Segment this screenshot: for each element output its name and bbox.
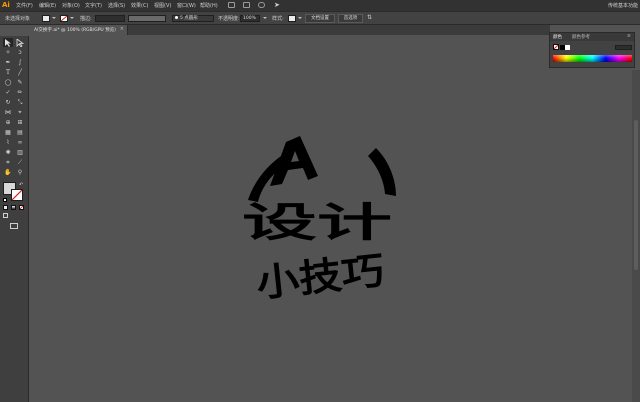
artboard-tool-icon[interactable]: ⌗ [3,158,13,167]
letter-a-graphic [248,136,396,202]
color-panel: 颜色 颜色参考 ≡ [549,32,635,68]
document-tab[interactable]: AI交换字.ai* @ 100% (RGB/GPU 预览) × [30,25,128,35]
brush-dot-icon [175,16,178,19]
color-mode-icon[interactable] [3,205,8,210]
none-mode-icon[interactable] [19,205,24,210]
gpu-performance-icon[interactable]: ➤ [274,1,280,9]
document-tab-label: AI交换字.ai* @ 100% (RGB/GPU 预览) [34,28,116,33]
opacity-label: 不透明度: [218,16,240,22]
artwork-line2: 小技巧 [254,248,386,304]
type-tool-icon[interactable]: T [3,68,13,77]
menu-effect[interactable]: 效果(C) [131,2,148,9]
none-slash-icon [12,190,22,200]
opacity-dropdown-icon[interactable] [263,17,267,19]
selection-tool-icon[interactable] [3,38,13,47]
shaper-tool-icon[interactable]: ✓ [3,88,13,97]
preferences-button[interactable]: 首选项 [338,14,363,23]
opacity-field[interactable]: 100% [240,15,260,22]
tab-color-guide[interactable]: 颜色参考 [572,34,590,40]
style-dropdown-icon[interactable] [298,17,302,19]
menu-select[interactable]: 选择(S) [108,2,125,9]
paintbrush-tool-icon[interactable]: ✎ [15,78,25,87]
stroke-label: 描边: [80,16,92,22]
stroke-weight-field[interactable] [95,15,125,22]
control-bar: 未选择对象 描边: 5 点圆形 不透明度: 100% 样式: 文档设置 首选项 … [0,11,640,25]
symbol-sprayer-tool-icon[interactable]: ✺ [3,148,13,157]
swap-fill-stroke-icon[interactable]: ↶ [19,182,23,188]
shape-builder-tool-icon[interactable]: ⊕ [3,118,13,127]
menu-edit[interactable]: 编辑(E) [39,2,56,9]
menu-file[interactable]: 文件(F) [16,2,33,9]
selection-status: 未选择对象 [5,16,31,22]
perspective-grid-tool-icon[interactable]: ⊞ [15,118,25,127]
tab-color[interactable]: 颜色 [553,34,562,40]
menu-type[interactable]: 文字(T) [85,2,102,9]
menu-bar: Ai 文件(F) 编辑(E) 对象(O) 文字(T) 选择(S) 效果(C) 视… [0,0,640,11]
pen-tool-icon[interactable]: ✒ [3,58,13,67]
panel-white-swatch[interactable] [565,45,570,50]
fill-swatch[interactable] [42,15,50,22]
artwork-logo[interactable]: A 设计 小技巧 [226,124,416,304]
lasso-tool-icon[interactable]: ↄ [15,48,25,57]
panel-none-swatch[interactable] [553,44,559,50]
none-slash-icon [20,206,23,209]
panel-menu-icon[interactable]: ≡ [627,34,631,39]
menu-view[interactable]: 视图(V) [154,2,171,9]
tools-panel: ✧ ↄ ✒ ∫ T ╱ ◯ ✎ ✓ ✏ ↻ ⤡ ⋈ ⌖ ⊕ ⊞ ▦ ▤ ⌇ ∞ … [0,36,29,402]
slice-tool-icon[interactable]: ⟋ [15,158,25,167]
free-transform-tool-icon[interactable]: ⌖ [15,108,25,117]
fill-dropdown-icon[interactable] [52,17,56,19]
pencil-tool-icon[interactable]: ✏ [15,88,25,97]
hex-field[interactable] [615,45,632,50]
color-spectrum-shade [553,55,632,62]
eyedropper-tool-icon[interactable]: ⌇ [3,138,13,147]
gradient-tool-icon[interactable]: ▤ [15,128,25,137]
bridge-icon[interactable] [228,2,235,8]
brush-label: 5 点圆形 [180,16,198,21]
magic-wand-tool-icon[interactable]: ✧ [3,48,13,57]
style-label: 样式: [272,16,284,22]
rotate-tool-icon[interactable]: ↻ [3,98,13,107]
graph-tool-icon[interactable]: ▥ [15,148,25,157]
mesh-tool-icon[interactable]: ▦ [3,128,13,137]
menu-window[interactable]: 窗口(W) [177,2,196,9]
blend-tool-icon[interactable]: ∞ [15,138,25,147]
gradient-mode-icon[interactable] [11,205,16,210]
workspace-switcher[interactable]: 传统基本功能 [608,2,638,9]
artwork-line1: 设计 [242,200,392,246]
direct-selection-tool-icon[interactable] [15,38,25,47]
width-tool-icon[interactable]: ⋈ [3,108,13,117]
none-slash-icon [554,45,558,49]
stroke-color-swatch[interactable] [11,189,23,201]
ellipse-tool-icon[interactable]: ◯ [3,78,13,87]
app-logo: Ai [2,1,10,9]
brush-definition[interactable]: 5 点圆形 [172,15,214,22]
curvature-tool-icon[interactable]: ∫ [15,58,25,67]
draw-normal-icon[interactable] [3,213,8,218]
scrollbar-thumb[interactable] [634,120,638,270]
workspace-icon[interactable] [258,2,265,8]
arrange-icon[interactable]: ⇅ [367,14,372,21]
color-panel-header: 颜色 颜色参考 ≡ [550,33,634,41]
document-setup-button[interactable]: 文档设置 [305,14,335,23]
close-icon[interactable]: × [120,26,124,32]
zoom-tool-icon[interactable]: ⚲ [15,168,25,177]
arrange-documents-icon[interactable] [243,2,250,8]
line-segment-tool-icon[interactable]: ╱ [15,68,25,77]
menu-object[interactable]: 对象(O) [62,2,80,9]
scale-tool-icon[interactable]: ⤡ [15,98,25,107]
graphic-style-swatch[interactable] [288,15,296,22]
stroke-swatch[interactable] [60,15,68,22]
default-colors-icon[interactable] [3,198,7,202]
variable-width-profile[interactable] [128,15,166,22]
hand-tool-icon[interactable]: ✋ [3,168,13,177]
screen-mode-icon[interactable] [10,223,18,229]
none-slash-icon [61,16,67,21]
stroke-dropdown-icon[interactable] [70,17,74,19]
menu-help[interactable]: 帮助(H) [200,2,218,9]
